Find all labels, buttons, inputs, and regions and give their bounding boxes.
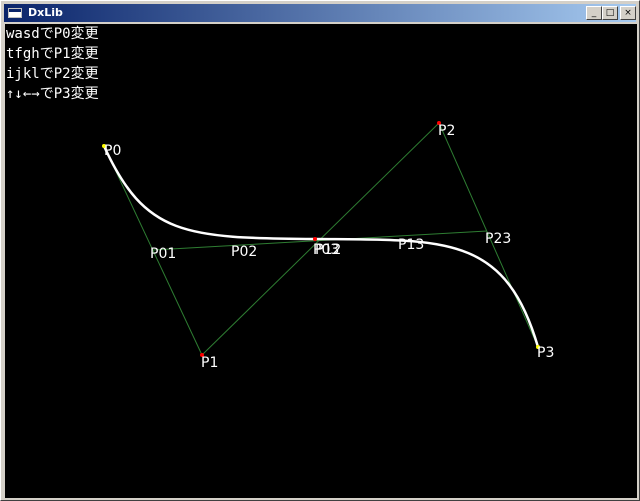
minimize-button[interactable]: _ xyxy=(586,6,602,20)
window-icon[interactable] xyxy=(8,8,22,18)
label-p23: P23 xyxy=(485,231,511,247)
label-p0: P0 xyxy=(104,143,121,159)
title-bar[interactable]: DxLib _ □ × xyxy=(4,4,636,22)
label-p12: P12 xyxy=(315,242,341,258)
close-button[interactable]: × xyxy=(620,6,636,20)
label-p13: P13 xyxy=(398,237,424,253)
label-p01: P01 xyxy=(150,246,176,262)
maximize-button[interactable]: □ xyxy=(602,6,618,20)
app-window: DxLib _ □ × wasdでP0変更 tfghでP1変更 ijklでP2変… xyxy=(0,0,640,501)
label-p2: P2 xyxy=(438,123,455,139)
label-p1: P1 xyxy=(201,355,218,371)
canvas-area[interactable]: wasdでP0変更 tfghでP1変更 ijklでP2変更 ↑↓←→でP3変更 … xyxy=(5,24,637,498)
label-p3: P3 xyxy=(537,345,554,361)
p03-point xyxy=(313,237,317,241)
window-title: DxLib xyxy=(28,6,63,19)
bezier-diagram: P0 P1 P2 P3 P01 P02 P03 P12 P13 P23 xyxy=(102,121,554,371)
label-p02: P02 xyxy=(231,244,257,260)
